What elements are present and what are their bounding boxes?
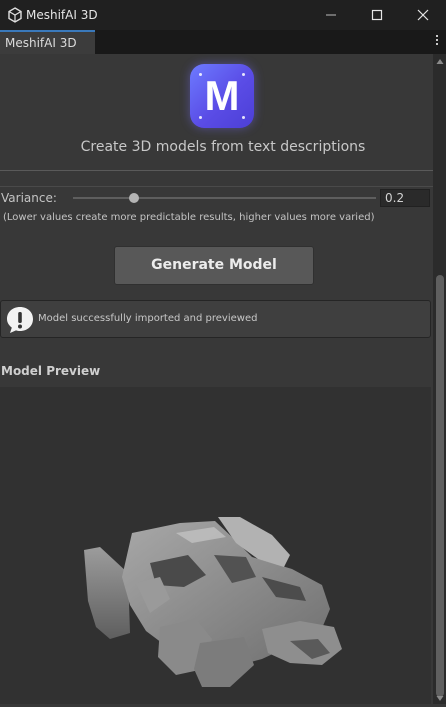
minimize-button[interactable] xyxy=(308,0,354,30)
variance-label: Variance: xyxy=(1,191,57,205)
maximize-icon xyxy=(371,9,383,21)
model-preview-viewport[interactable] xyxy=(0,387,431,704)
generate-model-button[interactable]: Generate Model xyxy=(114,246,314,285)
tab-meshifai-3d[interactable]: MeshifAI 3D xyxy=(0,30,95,54)
scroll-up-icon[interactable] xyxy=(436,58,444,66)
page-subtitle: Create 3D models from text descriptions xyxy=(80,139,366,155)
scroll-down-icon[interactable] xyxy=(436,694,444,702)
variance-slider[interactable] xyxy=(73,197,376,199)
status-notice-text: Model successfully imported and previewe… xyxy=(38,313,258,324)
close-icon xyxy=(417,9,429,21)
minimize-icon xyxy=(326,14,336,16)
status-notice: Model successfully imported and previewe… xyxy=(0,300,431,338)
section-divider xyxy=(0,170,446,171)
variance-hint: (Lower values create more predictable re… xyxy=(3,212,375,223)
variance-slider-thumb[interactable] xyxy=(128,193,139,203)
window-titlebar: MeshifAI 3D xyxy=(0,0,446,30)
scrollbar-thumb[interactable] xyxy=(436,275,444,697)
3d-model-render xyxy=(84,517,342,687)
unity-app-icon xyxy=(8,7,22,23)
logo-letter: M xyxy=(204,72,240,119)
meshifai-logo: M xyxy=(190,64,254,128)
variance-value-field[interactable]: 0.2 xyxy=(380,189,430,207)
model-preview-heading: Model Preview xyxy=(1,364,101,378)
section-divider xyxy=(0,186,446,187)
close-button[interactable] xyxy=(400,0,446,30)
more-options-icon[interactable] xyxy=(434,35,440,49)
maximize-button[interactable] xyxy=(354,0,400,30)
window-title: MeshifAI 3D xyxy=(26,8,98,22)
tab-bar: MeshifAI 3D xyxy=(0,30,446,54)
exclamation-bubble-icon xyxy=(7,307,33,333)
